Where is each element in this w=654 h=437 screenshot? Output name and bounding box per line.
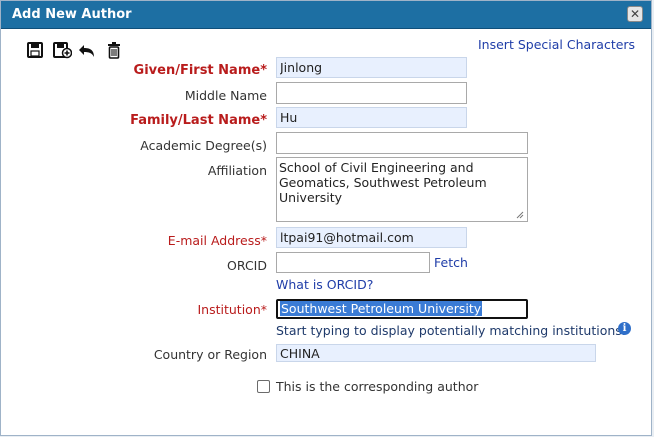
insert-special-characters-link[interactable]: Insert Special Characters (478, 37, 635, 52)
email-field[interactable] (276, 227, 467, 248)
country-label: Country or Region (153, 347, 267, 362)
given-name-label: Given/First Name* (133, 63, 267, 78)
academic-degree-field[interactable] (276, 132, 528, 154)
dialog-title: Add New Author (12, 7, 132, 22)
affiliation-field[interactable]: School of Civil Engineering and Geomatic… (276, 157, 528, 222)
fetch-orcid-link[interactable]: Fetch (434, 255, 468, 270)
family-name-field[interactable] (276, 107, 467, 128)
country-field[interactable] (276, 344, 596, 362)
orcid-label: ORCID (227, 258, 267, 273)
corresponding-author-label: This is the corresponding author (276, 379, 479, 394)
middle-name-label: Middle Name (184, 88, 267, 103)
academic-degree-label: Academic Degree(s) (140, 138, 267, 153)
info-icon[interactable]: i (618, 322, 631, 335)
save-icon[interactable] (27, 41, 43, 59)
given-name-field[interactable] (276, 57, 467, 78)
save-add-icon[interactable] (53, 41, 72, 59)
family-name-label: Family/Last Name* (130, 113, 267, 128)
institution-label: Institution* (197, 302, 267, 317)
affiliation-label: Affiliation (207, 163, 267, 178)
middle-name-field[interactable] (276, 82, 467, 104)
corresponding-author-checkbox[interactable] (257, 380, 270, 393)
what-is-orcid-link[interactable]: What is ORCID? (276, 277, 373, 292)
delete-icon[interactable] (106, 41, 122, 59)
institution-helper-text: Start typing to display potentially matc… (276, 323, 626, 338)
undo-icon[interactable] (78, 41, 96, 59)
orcid-field[interactable] (276, 252, 430, 273)
dialog-titlebar[interactable]: Add New Author ✕ (1, 1, 651, 29)
resize-grip-icon[interactable] (516, 211, 524, 219)
institution-value: Southwest Petroleum University (280, 301, 483, 316)
email-label: E-mail Address* (167, 233, 267, 248)
institution-field[interactable]: Southwest Petroleum University (276, 299, 528, 319)
close-icon[interactable]: ✕ (627, 6, 643, 22)
add-author-dialog: Add New Author ✕ Insert Special Characte… (0, 0, 652, 436)
